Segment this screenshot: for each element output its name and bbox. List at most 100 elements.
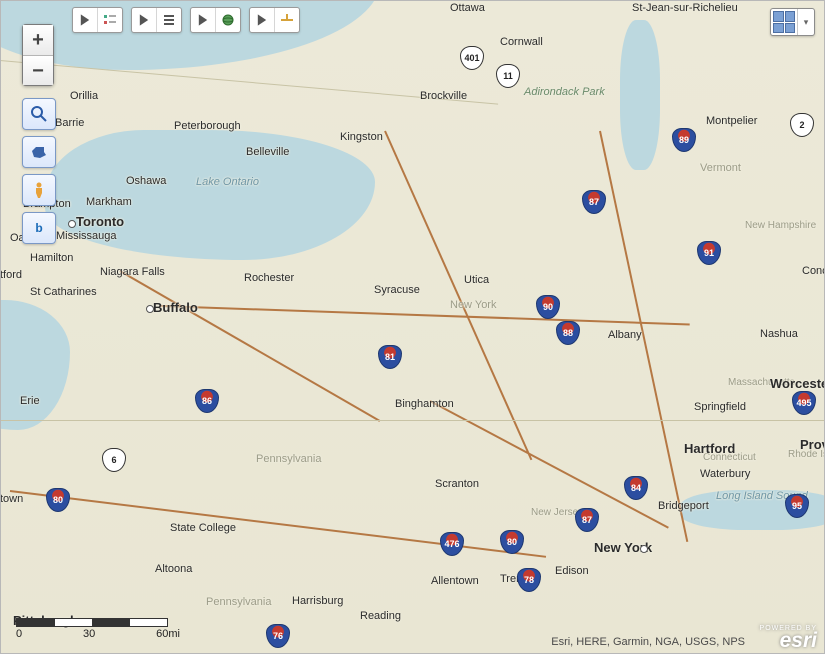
shield-us2: 2 (790, 113, 814, 137)
scale-60: 60mi (156, 628, 180, 640)
city-bridgeport: Bridgeport (658, 500, 709, 512)
esri-logo: POWERED BY esri (760, 625, 817, 650)
city-waterbury: Waterbury (700, 468, 750, 480)
legend-toggle-button[interactable] (73, 8, 97, 32)
ny-boundary-button[interactable] (22, 136, 56, 168)
city-nashua: Nashua (760, 328, 798, 340)
measure-tool-button[interactable] (274, 8, 299, 32)
street-view-button[interactable] (22, 174, 56, 206)
left-tool-stack: b (22, 98, 56, 244)
basemap-picker[interactable]: ▾ (770, 8, 815, 36)
toolbar-group-measure (249, 7, 300, 33)
region-nh: New Hampshire (745, 220, 816, 231)
basemap-dropdown-arrow[interactable]: ▾ (797, 9, 814, 35)
map-canvas[interactable]: New York Pennsylvania Pennsylvania Vermo… (0, 0, 825, 654)
park-adk: Adirondack Park (524, 86, 605, 98)
scale-30: 30 (83, 628, 95, 640)
esri-wordmark: esri (760, 632, 817, 650)
shield-i78: 78 (517, 568, 541, 592)
city-kingston: Kingston (340, 131, 383, 143)
shield-us6: 6 (102, 448, 126, 472)
city-toronto: Toronto (76, 214, 124, 229)
zoom-control: + − (22, 24, 54, 86)
region-pa: Pennsylvania (256, 453, 321, 465)
shield-i476: 476 (440, 532, 464, 556)
basemap-grid-icon (771, 9, 797, 35)
magnifier-icon (30, 105, 48, 123)
city-cornwall: Cornwall (500, 36, 543, 48)
basemap-toggle-button[interactable] (191, 8, 215, 32)
measure-toggle-button[interactable] (250, 8, 274, 32)
city-buffalo: Buffalo (153, 300, 198, 315)
city-brockville: Brockville (420, 90, 467, 102)
dot-toronto (68, 220, 76, 228)
legend-panel-button[interactable] (97, 8, 122, 32)
city-town: town (0, 493, 23, 505)
zoom-rectangle-button[interactable] (22, 98, 56, 130)
basemap-globe-button[interactable] (215, 8, 240, 32)
shield-i88: 88 (556, 321, 580, 345)
scale-bar: 0 30 60mi (16, 618, 180, 640)
region-pa2: Pennsylvania (206, 596, 271, 608)
city-binghamton: Binghamton (395, 398, 454, 410)
city-montpelier: Montpelier (706, 115, 757, 127)
shield-i80a: 80 (46, 488, 70, 512)
city-erie: Erie (20, 395, 40, 407)
city-stcath: St Catharines (30, 286, 97, 298)
zoom-in-button[interactable]: + (23, 25, 53, 55)
bing-icon: b (30, 219, 48, 237)
city-oshawa: Oshawa (126, 175, 166, 187)
zoom-out-button[interactable]: − (23, 55, 53, 85)
city-rochester: Rochester (244, 272, 294, 284)
shield-us11: 11 (496, 64, 520, 88)
scale-bar-graphic (16, 618, 168, 627)
dot-buffalo (146, 305, 154, 313)
layers-toggle-button[interactable] (132, 8, 156, 32)
city-markham: Markham (86, 196, 132, 208)
city-harrisburg: Harrisburg (292, 595, 343, 607)
svg-text:b: b (35, 221, 42, 235)
city-syracuse: Syracuse (374, 284, 420, 296)
city-statecollege: State College (170, 522, 236, 534)
city-worcester: Worcester (770, 376, 825, 391)
shield-i87a: 87 (582, 190, 606, 214)
shield-i84: 84 (624, 476, 648, 500)
city-barrie: Barrie (55, 117, 84, 129)
shield-i91: 91 (697, 241, 721, 265)
city-tford: tford (0, 269, 22, 281)
toolbar-group-layers (131, 7, 182, 33)
city-provi: Provi (800, 437, 825, 452)
city-allentown: Allentown (431, 575, 479, 587)
shield-i81: 81 (378, 345, 402, 369)
city-edison: Edison (555, 565, 589, 577)
shield-i87b: 87 (575, 508, 599, 532)
city-albany: Albany (608, 329, 642, 341)
lake-ontario-label: Lake Ontario (196, 176, 259, 188)
city-belleville: Belleville (246, 146, 289, 158)
shield-i86: 86 (195, 389, 219, 413)
city-orillia: Orillia (70, 90, 98, 102)
shield-401: 401 (460, 46, 484, 70)
pegman-icon (30, 181, 48, 199)
bing-maps-button[interactable]: b (22, 212, 56, 244)
city-ottawa: Ottawa (450, 2, 485, 14)
city-stjean: St-Jean-sur-Richelieu (632, 2, 738, 14)
region-vt: Vermont (700, 162, 741, 174)
city-conc: Conc (802, 265, 825, 277)
top-toolbar (72, 7, 300, 33)
city-altoona: Altoona (155, 563, 192, 575)
shield-i80b: 80 (500, 530, 524, 554)
city-springfield: Springfield (694, 401, 746, 413)
city-scranton: Scranton (435, 478, 479, 490)
toolbar-group-legend (72, 7, 123, 33)
region-ny: New York (450, 299, 496, 311)
shield-i76: 76 (266, 624, 290, 648)
shield-i90: 90 (536, 295, 560, 319)
city-reading: Reading (360, 610, 401, 622)
city-hamilton: Hamilton (30, 252, 73, 264)
city-utica: Utica (464, 274, 489, 286)
city-peterborough: Peterborough (174, 120, 241, 132)
layers-list-button[interactable] (156, 8, 181, 32)
shield-i89: 89 (672, 128, 696, 152)
city-mississauga: Mississauga (56, 230, 117, 242)
